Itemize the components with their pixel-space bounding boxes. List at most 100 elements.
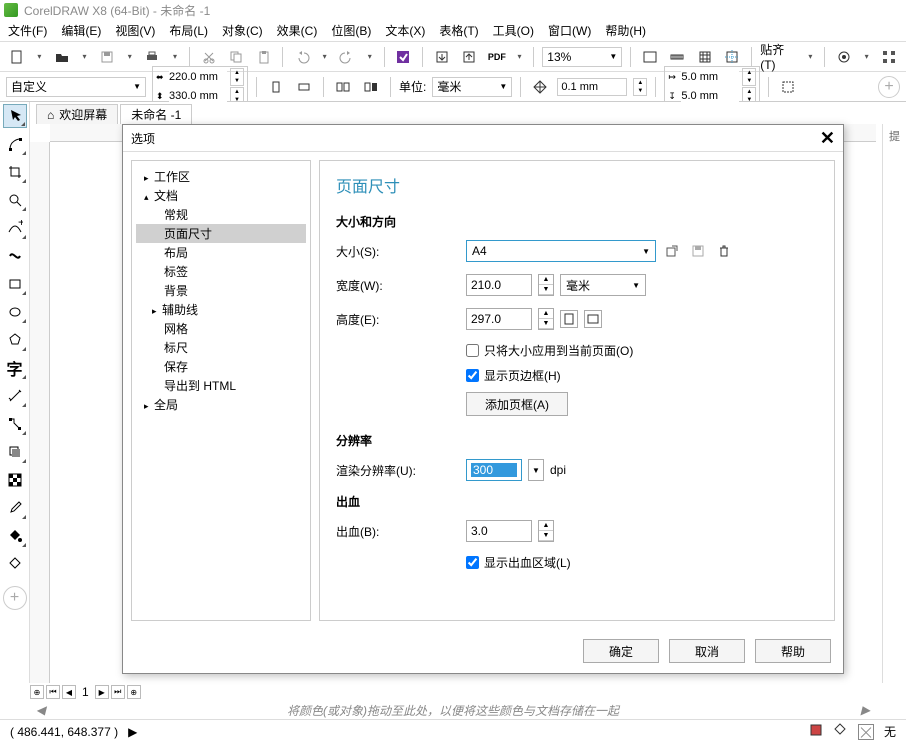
page-first-button[interactable]: ⏮: [46, 685, 60, 699]
page-next-button[interactable]: ▶: [95, 685, 109, 699]
orientation-portrait-button[interactable]: [560, 310, 578, 328]
fill-swatch-icon[interactable]: [832, 722, 848, 741]
eyedropper-tool[interactable]: [3, 496, 27, 520]
save-preset-button[interactable]: [688, 241, 708, 261]
page-add-after-button[interactable]: ⊕: [127, 685, 141, 699]
dup-x-input[interactable]: [681, 71, 739, 83]
shape-tool[interactable]: [3, 132, 27, 156]
bleed-input[interactable]: 3.0: [466, 520, 532, 542]
tree-save[interactable]: 保存: [136, 357, 306, 376]
snap-to-label[interactable]: 贴齐(T): [760, 41, 798, 72]
tab-document[interactable]: 未命名 -1: [120, 104, 192, 124]
page-height-input[interactable]: [169, 90, 227, 102]
undo-button[interactable]: [291, 46, 313, 68]
tree-background[interactable]: 背景: [136, 281, 306, 300]
show-guides-button[interactable]: [722, 46, 744, 68]
open-dropdown[interactable]: ▾: [79, 46, 91, 68]
show-border-checkbox[interactable]: 显示页边框(H): [466, 367, 818, 384]
delete-preset-button[interactable]: [714, 241, 734, 261]
import-button[interactable]: [431, 46, 453, 68]
tree-grid[interactable]: 网格: [136, 319, 306, 338]
ellipse-tool[interactable]: [3, 300, 27, 324]
bleed-spinner[interactable]: ▲▼: [538, 520, 554, 542]
add-button[interactable]: +: [878, 76, 900, 98]
menu-layout[interactable]: 布局(L): [169, 22, 208, 39]
export-button[interactable]: [459, 46, 481, 68]
text-tool[interactable]: 字: [3, 356, 27, 380]
menu-tools[interactable]: 工具(O): [493, 22, 534, 39]
menu-effects[interactable]: 效果(C): [277, 22, 318, 39]
current-page-button[interactable]: [360, 76, 382, 98]
open-button[interactable]: [51, 46, 73, 68]
tree-guides[interactable]: ▸辅助线: [136, 300, 306, 319]
tree-pagesize[interactable]: 页面尺寸: [136, 224, 306, 243]
help-button[interactable]: 帮助: [755, 639, 831, 663]
close-icon[interactable]: ✕: [820, 128, 835, 149]
tree-document[interactable]: ▴文档: [136, 186, 306, 205]
parallel-dimension-tool[interactable]: [3, 384, 27, 408]
tree-workspace[interactable]: ▸工作区: [136, 167, 306, 186]
new-dropdown[interactable]: ▾: [34, 46, 46, 68]
freehand-tool[interactable]: +: [3, 216, 27, 240]
copy-button[interactable]: [225, 46, 247, 68]
paste-button[interactable]: [253, 46, 275, 68]
height-spinner[interactable]: ▲▼: [538, 308, 554, 330]
menu-view[interactable]: 视图(V): [115, 22, 155, 39]
show-rulers-button[interactable]: [667, 46, 689, 68]
connector-tool[interactable]: [3, 412, 27, 436]
zoom-level-select[interactable]: 13%▼: [542, 47, 622, 67]
redo-dropdown[interactable]: ▾: [364, 46, 376, 68]
redo-button[interactable]: [336, 46, 358, 68]
fullscreen-button[interactable]: [639, 46, 661, 68]
page-prev-button[interactable]: ◀: [62, 685, 76, 699]
dup-y-input[interactable]: [681, 90, 739, 102]
save-dropdown[interactable]: ▾: [124, 46, 136, 68]
all-pages-button[interactable]: [332, 76, 354, 98]
app-launcher-button[interactable]: [879, 46, 901, 68]
menu-edit[interactable]: 编辑(E): [61, 22, 101, 39]
portrait-button[interactable]: [265, 76, 287, 98]
publish-pdf-button[interactable]: PDF: [486, 46, 508, 68]
edit-preset-button[interactable]: [662, 241, 682, 261]
show-bleed-input[interactable]: [466, 556, 479, 569]
tree-ruler[interactable]: 标尺: [136, 338, 306, 357]
document-palette-hint[interactable]: ◀ 将颜色(或对象)拖动至此处，以便将这些颜色与文档存储在一起 ▶: [0, 701, 906, 719]
units-select[interactable]: 毫米▼: [432, 77, 512, 97]
page-border-toggle[interactable]: [777, 76, 799, 98]
new-button[interactable]: [6, 46, 28, 68]
render-res-input[interactable]: 300: [466, 459, 522, 481]
snap-to-dropdown[interactable]: ▾: [805, 46, 817, 68]
undo-dropdown[interactable]: ▾: [319, 46, 331, 68]
save-button[interactable]: [96, 46, 118, 68]
palette-right-arrow[interactable]: ▶: [861, 703, 870, 717]
rectangle-tool[interactable]: [3, 272, 27, 296]
page-add-button[interactable]: ⊕: [30, 685, 44, 699]
landscape-button[interactable]: [293, 76, 315, 98]
print-button[interactable]: [142, 46, 164, 68]
toolbox-add-button[interactable]: +: [3, 586, 27, 610]
tree-global[interactable]: ▸全局: [136, 395, 306, 414]
interactive-fill-tool[interactable]: [3, 524, 27, 548]
drop-shadow-tool[interactable]: [3, 440, 27, 464]
height-input[interactable]: 297.0: [466, 308, 532, 330]
zoom-tool[interactable]: [3, 188, 27, 212]
transparency-tool[interactable]: [3, 468, 27, 492]
cancel-button[interactable]: 取消: [669, 639, 745, 663]
publish-pdf-dropdown[interactable]: ▾: [514, 46, 526, 68]
menu-table[interactable]: 表格(T): [439, 22, 478, 39]
print-dropdown[interactable]: ▾: [169, 46, 181, 68]
artistic-media-tool[interactable]: [3, 244, 27, 268]
orientation-landscape-button[interactable]: [584, 310, 602, 328]
show-grid-button[interactable]: [694, 46, 716, 68]
apply-current-input[interactable]: [466, 344, 479, 357]
menu-file[interactable]: 文件(F): [8, 22, 47, 39]
crop-tool[interactable]: [3, 160, 27, 184]
tree-label[interactable]: 标签: [136, 262, 306, 281]
nudge-spinner[interactable]: ▲▼: [633, 78, 647, 96]
ok-button[interactable]: 确定: [583, 639, 659, 663]
tree-layout[interactable]: 布局: [136, 243, 306, 262]
dupx-spinner[interactable]: ▲▼: [742, 68, 756, 86]
vertical-ruler[interactable]: [30, 142, 50, 683]
options-dropdown[interactable]: ▾: [861, 46, 873, 68]
smart-fill-tool[interactable]: [3, 552, 27, 576]
